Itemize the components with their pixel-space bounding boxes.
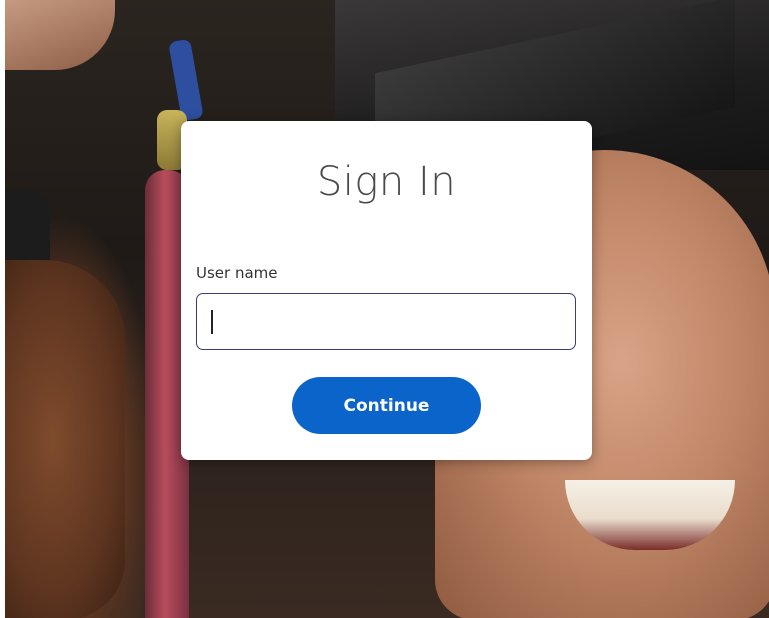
username-input[interactable] [196,293,576,350]
background-blue-cord [168,38,204,122]
signin-title: Sign In [316,159,457,205]
text-caret [211,310,213,334]
background-graduation-cap-left [5,190,50,270]
username-label: User name [196,264,278,282]
background-hand [5,0,115,70]
signin-card: Sign In User name Continue [181,121,592,460]
signin-page: Sign In User name Continue [0,0,769,618]
continue-button[interactable]: Continue [292,377,481,434]
background-graduate-face-left [5,260,125,618]
